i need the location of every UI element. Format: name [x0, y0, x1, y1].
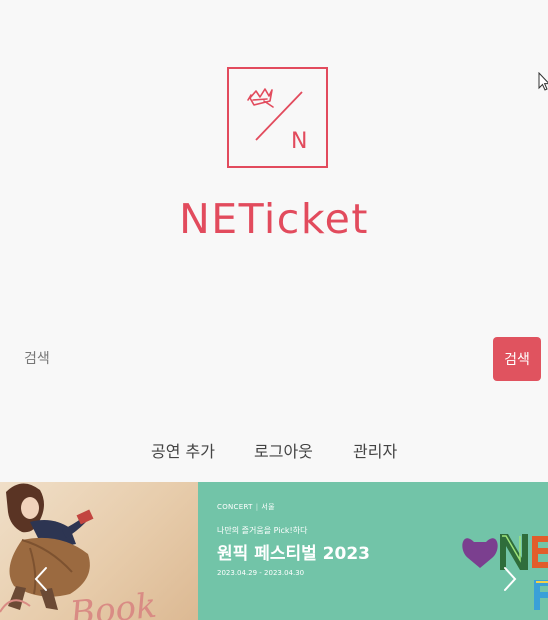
- search-button[interactable]: 검색: [493, 337, 541, 381]
- mouse-cursor-icon: [538, 72, 548, 91]
- logo-mark: N: [247, 88, 307, 154]
- nav-logout[interactable]: 로그아웃: [254, 439, 313, 465]
- banner-carousel: Book CONCERT | 서울 나만의 즐거움을 Pick!하다 원픽 페스티벌…: [0, 482, 548, 620]
- chevron-right-icon[interactable]: [503, 566, 517, 592]
- crest-icon: [247, 88, 274, 108]
- carousel-slide-festival[interactable]: CONCERT | 서울 나만의 즐거움을 Pick!하다 원픽 페스티벌 2023…: [198, 482, 548, 620]
- slide-category: CONCERT: [217, 503, 253, 511]
- main-nav: 공연 추가 로그아웃 관리자: [0, 439, 548, 467]
- brand-logo[interactable]: N: [227, 67, 328, 168]
- slide-region: 서울: [261, 503, 275, 511]
- nav-admin[interactable]: 관리자: [353, 439, 397, 465]
- slide-dates: 2023.04.29 - 2023.04.30: [217, 569, 305, 577]
- brand-name: NETicket: [179, 195, 369, 243]
- slide-subtitle: 나만의 즐거움을 Pick!하다: [217, 526, 308, 535]
- search-input[interactable]: [12, 338, 484, 380]
- chevron-left-icon[interactable]: [34, 566, 48, 592]
- nav-add-performance[interactable]: 공연 추가: [151, 439, 215, 465]
- logo-letter: N: [291, 129, 307, 154]
- slide-title: 원픽 페스티벌 2023: [217, 544, 370, 564]
- slide-tag: CONCERT | 서울: [217, 503, 275, 511]
- carousel-slide-book[interactable]: Book: [0, 482, 198, 620]
